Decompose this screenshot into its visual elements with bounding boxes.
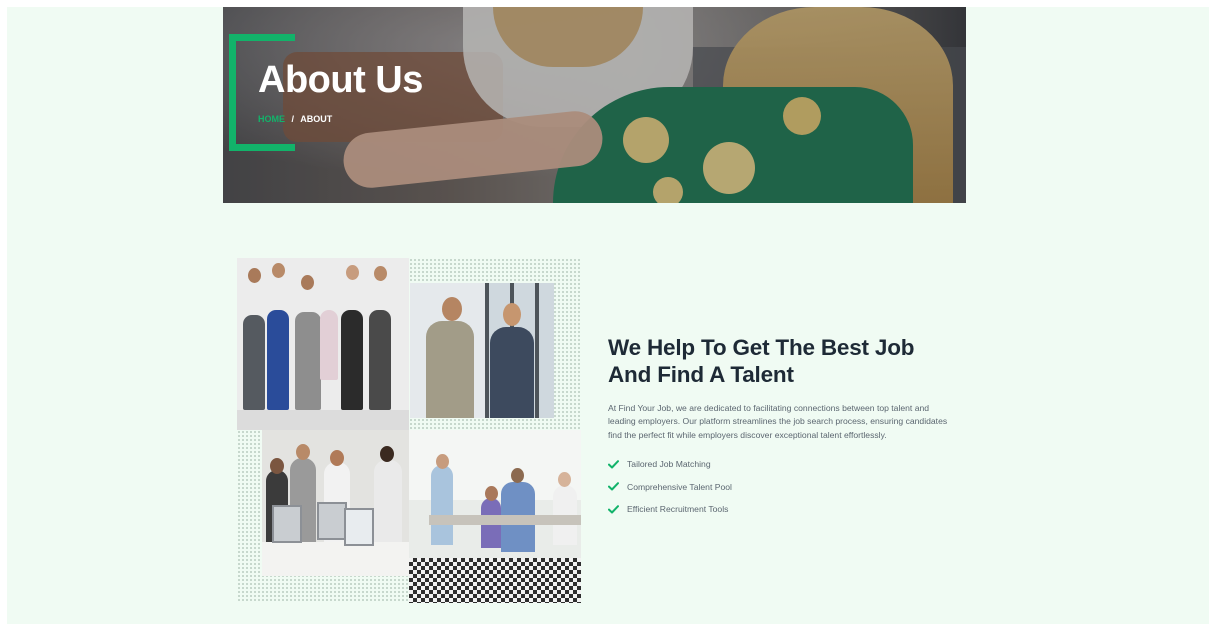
meeting-photo — [409, 430, 581, 603]
about-content: We Help To Get The Best Job And Find A T… — [608, 334, 958, 521]
feature-item: Comprehensive Talent Pool — [608, 476, 958, 499]
feature-item: Tailored Job Matching — [608, 453, 958, 476]
celebration-photo — [262, 430, 409, 576]
breadcrumb-current: ABOUT — [300, 114, 333, 124]
feature-item: Efficient Recruitment Tools — [608, 498, 958, 521]
breadcrumb-home-link[interactable]: Home — [258, 114, 285, 124]
check-icon — [608, 504, 619, 515]
section-heading-line2: And Find A Talent — [608, 362, 794, 387]
check-icon — [608, 481, 619, 492]
colleagues-photo — [410, 283, 554, 418]
hero-banner: About Us Home / ABOUT — [223, 7, 966, 203]
check-icon — [608, 459, 619, 470]
feature-list: Tailored Job Matching Comprehensive Tale… — [608, 453, 958, 521]
section-heading: We Help To Get The Best Job And Find A T… — [608, 334, 958, 388]
feature-label: Efficient Recruitment Tools — [627, 504, 729, 515]
section-heading-line1: We Help To Get The Best Job — [608, 335, 915, 360]
page-background: About Us Home / ABOUT — [7, 7, 1209, 624]
breadcrumb: Home / ABOUT — [258, 114, 332, 124]
team-photo — [237, 258, 409, 430]
breadcrumb-separator: / — [291, 114, 295, 124]
page-title: About Us — [258, 59, 423, 101]
feature-label: Tailored Job Matching — [627, 459, 711, 470]
feature-label: Comprehensive Talent Pool — [627, 481, 732, 492]
about-image-collage — [237, 258, 581, 603]
section-description: At Find Your Job, we are dedicated to fa… — [608, 403, 948, 440]
